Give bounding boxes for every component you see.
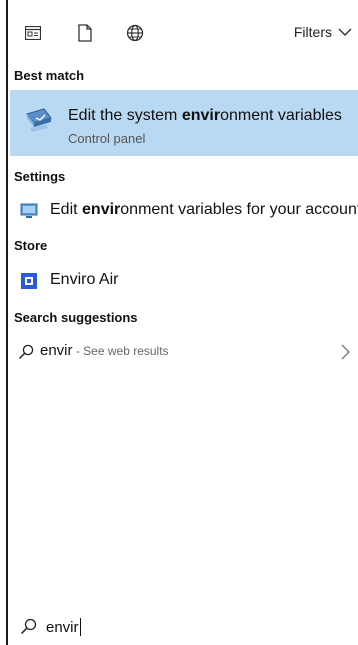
section-store: Store <box>14 238 48 253</box>
web-icon[interactable] <box>124 22 146 44</box>
filters-label: Filters <box>293 24 332 40</box>
filter-toolbar: Filters <box>10 0 358 64</box>
panel-edge <box>0 0 8 645</box>
documents-icon[interactable] <box>74 22 96 44</box>
search-icon <box>20 618 37 635</box>
chevron-right-icon[interactable] <box>341 344 350 360</box>
best-match-result[interactable]: Edit the system environment variables Co… <box>10 90 358 156</box>
best-match-title: Edit the system environment variables <box>68 107 342 124</box>
store-result[interactable]: Enviro Air <box>10 266 358 296</box>
section-search-suggestions: Search suggestions <box>14 310 138 325</box>
results-content: Filters Best match Edit the system envir… <box>10 0 358 645</box>
suggestion-label: envir - See web results <box>40 342 169 359</box>
settings-monitor-icon <box>20 202 38 220</box>
search-icon <box>18 344 34 360</box>
store-result-label: Enviro Air <box>50 271 119 288</box>
settings-result-label: Edit environment variables for your acco… <box>50 201 358 218</box>
search-input[interactable]: envir <box>46 618 81 636</box>
filters-button[interactable]: Filters <box>294 24 352 40</box>
search-box[interactable]: envir <box>10 608 358 645</box>
section-settings: Settings <box>14 169 66 184</box>
search-panel: Filters Best match Edit the system envir… <box>0 0 358 645</box>
web-suggestion[interactable]: envir - See web results <box>10 338 358 366</box>
best-match-subtitle: Control panel <box>68 131 146 146</box>
chevron-down-icon <box>338 28 352 36</box>
control-panel-icon <box>24 106 54 136</box>
app-tile-icon <box>20 272 38 290</box>
settings-result[interactable]: Edit environment variables for your acco… <box>10 196 358 226</box>
section-best-match: Best match <box>14 68 85 83</box>
apps-icon[interactable] <box>22 22 44 44</box>
text-caret <box>79 618 81 636</box>
